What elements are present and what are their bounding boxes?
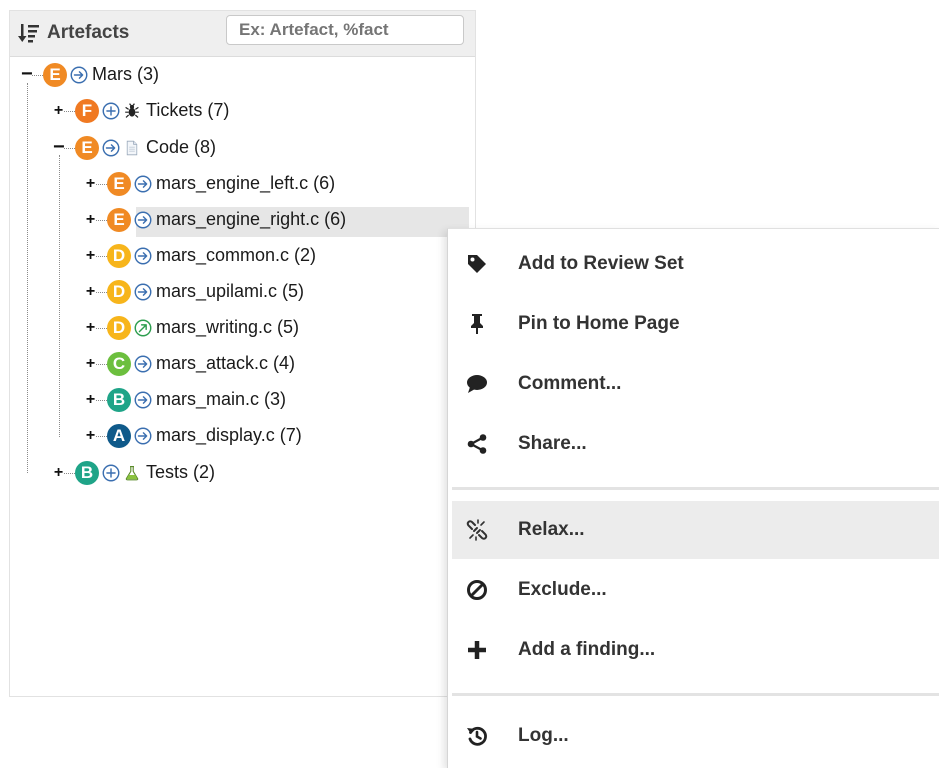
broken-link-icon [466,519,488,541]
context-menu: Add to Review Set Pin to Home Page Comment… [447,228,939,768]
pin-icon [471,314,483,334]
expand-toggle[interactable]: + [85,356,96,372]
expand-toggle[interactable]: + [85,248,96,264]
tree-node-file-label: mars_engine_left.c (6) [156,173,336,193]
menu-item-label: Add a finding... [518,639,656,660]
menu-item-label: Pin to Home Page [518,313,680,334]
menu-item-log[interactable]: Log... [452,707,939,765]
expand-toggle[interactable]: + [53,465,64,481]
arrow-right-circle-icon [134,391,152,409]
rating-badge-e: E [107,208,131,232]
arrow-right-circle-icon [70,66,88,84]
file-icon [126,140,138,156]
ban-icon [467,580,487,600]
rating-badge-e: E [43,63,67,87]
arrow-right-circle-icon [134,427,152,445]
expand-toggle[interactable]: + [85,428,96,444]
menu-item-comment[interactable]: Comment... [452,355,939,413]
menu-item-relax[interactable]: Relax... [452,501,939,559]
rating-badge-d: D [107,280,131,304]
tree-node-file-label: mars_common.c (2) [156,245,317,265]
arrow-right-circle-icon [134,247,152,265]
arrow-right-circle-icon [134,175,152,193]
arrow-right-circle-icon [134,283,152,301]
artefact-tree: − E Mars (3) + F Tickets (7) − E Code (8) + Emar… [0,0,480,700]
collapse-toggle[interactable]: − [21,64,33,84]
tree-node-tickets-label: Tickets (7) [146,100,230,120]
plus-circle-icon [102,464,120,482]
rating-badge-e: E [75,136,99,160]
menu-item-label: Comment... [518,373,622,394]
expand-toggle[interactable]: + [85,320,96,336]
tree-node-code-label: Code (8) [146,137,217,157]
arrow-right-circle-icon [134,355,152,373]
menu-item-label: Share... [518,433,587,454]
tree-node-file-label: mars_upilami.c (5) [156,281,305,301]
share-icon [467,434,487,454]
menu-item-label: Add to Review Set [518,253,684,274]
menu-item-add-a-finding[interactable]: Add a finding... [452,621,939,679]
flask-icon [125,466,139,481]
rating-badge-b: B [107,388,131,412]
menu-separator [452,693,939,696]
tree-node-file-label: mars_main.c (3) [156,389,287,409]
tree-guide-line [27,83,28,473]
rating-badge-f: F [75,99,99,123]
expand-toggle[interactable]: + [85,284,96,300]
rating-badge-a: A [107,424,131,448]
arrow-right-circle-icon [102,139,120,157]
menu-item-label: Exclude... [518,579,607,600]
bug-icon [125,103,139,118]
tree-node-file-label: mars_display.c (7) [156,425,302,445]
comment-icon [467,375,487,393]
menu-item-add-to-review-set[interactable]: Add to Review Set [452,235,939,293]
tree-guide-line [59,155,60,437]
expand-toggle[interactable]: + [85,392,96,408]
history-icon [467,726,487,746]
rating-badge-c: C [107,352,131,376]
menu-separator [452,487,939,490]
menu-item-exclude[interactable]: Exclude... [452,561,939,619]
menu-item-label: Relax... [518,519,585,540]
menu-item-pin-to-home-page[interactable]: Pin to Home Page [452,295,939,353]
expand-toggle[interactable]: + [85,176,96,192]
rating-badge-e: E [107,172,131,196]
menu-item-share[interactable]: Share... [452,415,939,473]
tree-node-file-label: mars_writing.c (5) [156,317,300,337]
menu-item-label: Log... [518,725,569,746]
expand-toggle[interactable]: + [85,212,96,228]
tree-node-mars-label: Mars (3) [92,64,159,84]
tag-icon [468,255,486,273]
arrow-up-right-circle-icon [134,319,152,337]
rating-badge-b: B [75,461,99,485]
rating-badge-d: D [107,244,131,268]
plus-circle-icon [102,102,120,120]
tree-node-file-label: mars_attack.c (4) [156,353,296,373]
plus-icon [468,641,486,659]
tree-node-file-label: mars_engine_right.c (6) [156,209,347,229]
expand-toggle[interactable]: + [53,103,64,119]
collapse-toggle[interactable]: − [53,137,65,157]
tree-node-tests-label: Tests (2) [146,462,216,482]
rating-badge-d: D [107,316,131,340]
arrow-right-circle-icon [134,211,152,229]
